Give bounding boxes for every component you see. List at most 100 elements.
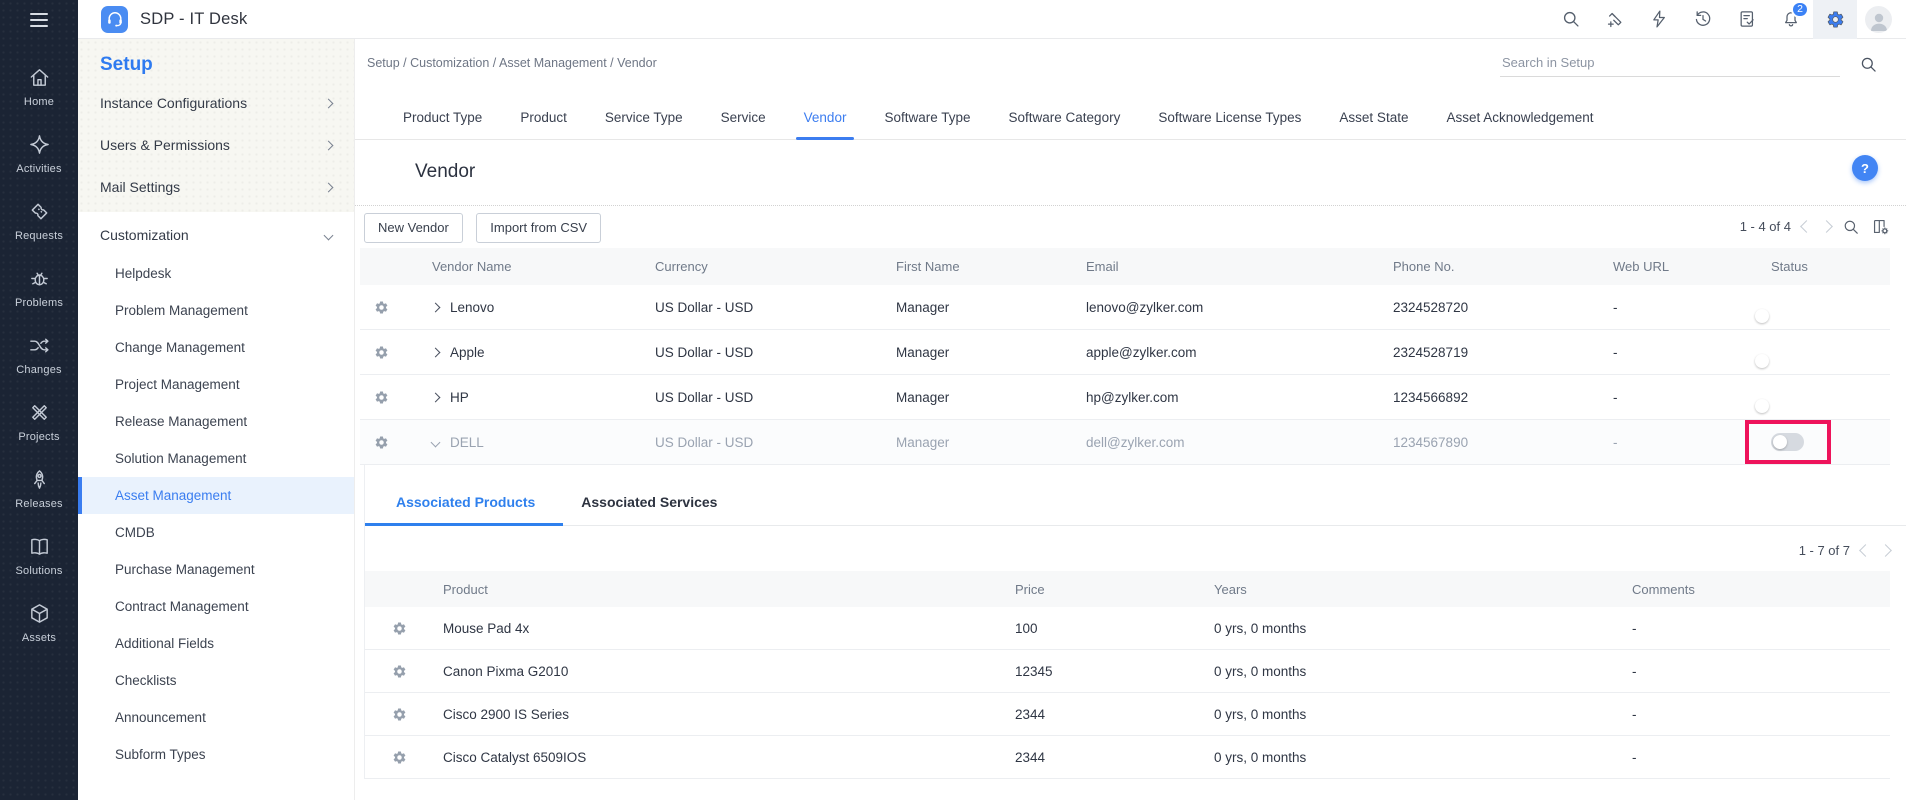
column-settings-button[interactable]	[1871, 217, 1890, 236]
prev-page-button[interactable]	[1859, 544, 1872, 557]
currency-cell: US Dollar - USD	[655, 390, 896, 405]
new-vendor-button[interactable]: New Vendor	[364, 213, 463, 243]
row-actions-button[interactable]	[365, 707, 443, 722]
tab-vendor[interactable]: Vendor	[804, 95, 847, 139]
status-toggle-off[interactable]	[1771, 433, 1804, 451]
tab-product[interactable]: Product	[520, 95, 567, 139]
comments-cell: -	[1632, 707, 1890, 722]
vendor-table-header: Vendor Name Currency First Name Email Ph…	[360, 248, 1890, 285]
setup-search-button[interactable]	[1859, 55, 1878, 74]
vendor-name-cell[interactable]: HP	[432, 390, 655, 405]
tab-asset-state[interactable]: Asset State	[1339, 95, 1408, 139]
sidebar-item-cmdb[interactable]: CMDB	[78, 514, 354, 551]
hamburger-menu-button[interactable]	[0, 0, 78, 39]
tab-associated-services[interactable]: Associated Services	[581, 494, 717, 525]
sidebar-item-subform-types[interactable]: Subform Types	[78, 736, 354, 773]
next-page-button[interactable]	[1879, 544, 1892, 557]
vendor-name-cell[interactable]: Apple	[432, 345, 655, 360]
rail-item-releases[interactable]: Releases	[0, 455, 78, 522]
setup-group-customization[interactable]: Customization	[78, 212, 354, 255]
setup-panel-title: Setup	[100, 54, 354, 76]
row-actions-button[interactable]	[360, 345, 432, 360]
sidebar-item-announcement[interactable]: Announcement	[78, 699, 354, 736]
help-button[interactable]: ?	[1852, 155, 1878, 181]
vendor-name: Lenovo	[450, 300, 494, 315]
tab-software-license-types[interactable]: Software License Types	[1158, 95, 1301, 139]
next-page-button[interactable]	[1820, 220, 1833, 233]
sidebar-item-asset-management[interactable]: Asset Management	[78, 477, 354, 514]
tab-associated-products[interactable]: Associated Products	[396, 494, 535, 525]
sidebar-item-project-management[interactable]: Project Management	[78, 366, 354, 403]
row-actions-button[interactable]	[365, 750, 443, 765]
changes-icon	[28, 334, 51, 357]
table-row-product: Mouse Pad 4x 100 0 yrs, 0 months -	[365, 607, 1890, 650]
years-cell: 0 yrs, 0 months	[1214, 664, 1632, 679]
tab-service-type[interactable]: Service Type	[605, 95, 683, 139]
row-actions-button[interactable]	[360, 435, 432, 450]
new-ticket-button[interactable]	[1593, 0, 1637, 39]
sidebar-item-solution-management[interactable]: Solution Management	[78, 440, 354, 477]
row-actions-button[interactable]	[360, 390, 432, 405]
rail-item-label: Solutions	[15, 565, 62, 577]
rail-item-problems[interactable]: Problems	[0, 254, 78, 321]
approvals-button[interactable]	[1725, 0, 1769, 39]
table-row-hp: HP US Dollar - USD Manager hp@zylker.com…	[360, 375, 1890, 420]
settings-button[interactable]	[1813, 0, 1857, 39]
sidebar-item-helpdesk[interactable]: Helpdesk	[78, 255, 354, 292]
sidebar-item-purchase-management[interactable]: Purchase Management	[78, 551, 354, 588]
rail-item-projects[interactable]: Projects	[0, 388, 78, 455]
global-search-button[interactable]	[1549, 0, 1593, 39]
sidebar-item-contract-management[interactable]: Contract Management	[78, 588, 354, 625]
app-logo[interactable]	[101, 6, 128, 33]
tab-service[interactable]: Service	[721, 95, 766, 139]
user-avatar[interactable]	[1865, 6, 1892, 33]
setup-group-instance-configurations[interactable]: Instance Configurations	[78, 82, 354, 124]
sidebar-item-change-management[interactable]: Change Management	[78, 329, 354, 366]
first-name-cell: Manager	[896, 345, 1086, 360]
rail-item-solutions[interactable]: Solutions	[0, 522, 78, 589]
vendor-name-cell[interactable]: Lenovo	[432, 300, 655, 315]
chevron-right-icon	[431, 302, 441, 312]
table-row-dell-expanded: DELL US Dollar - USD Manager dell@zylker…	[360, 420, 1890, 465]
sidebar-item-checklists[interactable]: Checklists	[78, 662, 354, 699]
table-row-product: Cisco Catalyst 6509IOS 2344 0 yrs, 0 mon…	[365, 736, 1890, 779]
setup-group-users-permissions[interactable]: Users & Permissions	[78, 124, 354, 166]
rail-item-requests[interactable]: Requests	[0, 187, 78, 254]
table-row-product: Cisco 2900 IS Series 2344 0 yrs, 0 month…	[365, 693, 1890, 736]
quick-actions-button[interactable]	[1637, 0, 1681, 39]
sidebar-item-additional-fields[interactable]: Additional Fields	[78, 625, 354, 662]
notification-badge: 2	[1791, 1, 1809, 18]
sidebar-item-problem-management[interactable]: Problem Management	[78, 292, 354, 329]
tab-software-type[interactable]: Software Type	[884, 95, 970, 139]
associated-products-table: Product Price Years Comments Mouse Pad 4…	[365, 571, 1890, 779]
prev-page-button[interactable]	[1800, 220, 1813, 233]
table-row-apple: Apple US Dollar - USD Manager apple@zylk…	[360, 330, 1890, 375]
import-from-csv-button[interactable]: Import from CSV	[476, 213, 601, 243]
row-actions-button[interactable]	[360, 300, 432, 315]
notifications-button[interactable]: 2	[1769, 0, 1813, 39]
search-in-setup-input[interactable]	[1500, 49, 1840, 77]
rail-item-activities[interactable]: Activities	[0, 120, 78, 187]
setup-panel-top: Setup Instance Configurations Users & Pe…	[78, 39, 354, 212]
price-cell: 12345	[1015, 664, 1214, 679]
setup-group-mail-settings[interactable]: Mail Settings	[78, 166, 354, 208]
rail-item-assets[interactable]: Assets	[0, 589, 78, 656]
col-vendor-name: Vendor Name	[432, 259, 655, 274]
tab-asset-acknowledgement[interactable]: Asset Acknowledgement	[1446, 95, 1593, 139]
vendor-name-cell[interactable]: DELL	[432, 435, 655, 450]
rail-item-home[interactable]: Home	[0, 53, 78, 120]
row-actions-button[interactable]	[365, 664, 443, 679]
detail-tabs: Associated Products Associated Services	[365, 465, 1906, 526]
vendor-name: HP	[450, 390, 469, 405]
tab-product-type[interactable]: Product Type	[403, 95, 482, 139]
rail-item-label: Activities	[16, 163, 61, 175]
history-button[interactable]	[1681, 0, 1725, 39]
sidebar-item-release-management[interactable]: Release Management	[78, 403, 354, 440]
pagination-label: 1 - 7 of 7	[1799, 543, 1850, 558]
product-cell: Canon Pixma G2010	[443, 664, 1015, 679]
years-cell: 0 yrs, 0 months	[1214, 707, 1632, 722]
row-actions-button[interactable]	[365, 621, 443, 636]
list-search-button[interactable]	[1842, 218, 1860, 236]
tab-software-category[interactable]: Software Category	[1009, 95, 1121, 139]
rail-item-changes[interactable]: Changes	[0, 321, 78, 388]
